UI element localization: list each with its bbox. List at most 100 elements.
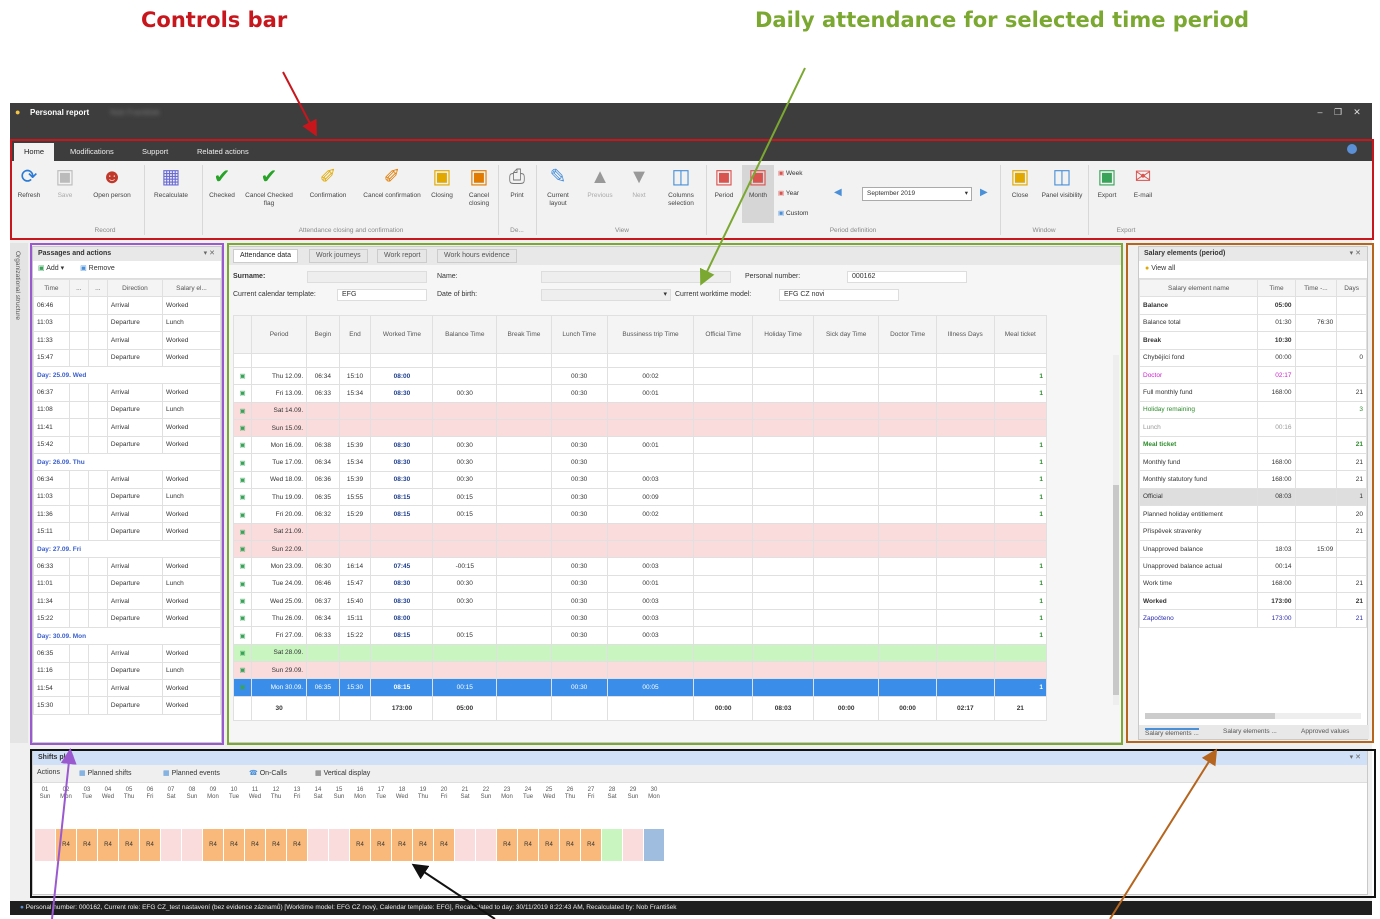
- filter-cell[interactable]: [813, 353, 880, 368]
- salary-row[interactable]: Unapproved balance 18:03 15:09: [1138, 539, 1367, 559]
- name-field[interactable]: [541, 271, 731, 283]
- current-layout-button[interactable]: ✎ Current layout: [538, 165, 578, 223]
- filter-cell[interactable]: [432, 353, 498, 368]
- salary-row[interactable]: Planned holiday entitlement 20: [1138, 505, 1367, 524]
- tab-home[interactable]: Home: [14, 143, 55, 161]
- prev-period-arrow-icon[interactable]: ◀: [834, 187, 842, 198]
- shift-cell[interactable]: R4: [518, 829, 538, 861]
- tab-salary-elements-1[interactable]: Salary elements ...: [1145, 728, 1199, 737]
- attendance-column-header[interactable]: Doctor Time: [878, 315, 937, 354]
- shift-cell[interactable]: [455, 829, 475, 861]
- shift-cell[interactable]: R4: [434, 829, 454, 861]
- attendance-row[interactable]: ▣ Tue 17.09. 06:34 15:34 08:30 00:30 00:30 1: [232, 453, 1048, 472]
- email-button[interactable]: ✉ E-mail: [1126, 165, 1160, 223]
- add-button[interactable]: ▣ Add ▾: [38, 265, 64, 272]
- salary-row[interactable]: Balance total 01:30 76:30: [1138, 313, 1367, 333]
- day-group-row[interactable]: Day: 30.09. Mon: [33, 626, 221, 646]
- attendance-column-header[interactable]: Lunch Time: [550, 315, 608, 354]
- surname-field[interactable]: [307, 271, 427, 283]
- filter-cell[interactable]: [751, 353, 815, 368]
- shift-cell[interactable]: R4: [140, 829, 160, 861]
- passage-row[interactable]: 11:08 Departure Lunch: [33, 400, 221, 420]
- panel-pin-close-icons[interactable]: ▾ ✕: [1350, 249, 1361, 257]
- shift-cell[interactable]: R4: [497, 829, 517, 861]
- passage-row[interactable]: 15:11 Departure Worked: [33, 522, 221, 541]
- salary-column-header[interactable]: Time: [1257, 278, 1296, 298]
- salary-column-header[interactable]: Days: [1336, 278, 1367, 298]
- tab-salary-elements-2[interactable]: Salary elements ...: [1223, 728, 1277, 735]
- shift-cell[interactable]: [35, 829, 55, 861]
- tab-modifications[interactable]: Modifications: [60, 143, 124, 161]
- attendance-row[interactable]: ▣ Thu 19.09. 06:35 15:55 08:15 00:15 00:30 00:0…: [232, 488, 1048, 507]
- close-button[interactable]: ▣ Close: [1002, 165, 1038, 223]
- tab-attendance-data[interactable]: Attendance data: [233, 249, 298, 263]
- recalculate-button[interactable]: ▦ Recalculate: [146, 165, 196, 223]
- panel-pin-close-icons[interactable]: ▾ ✕: [1350, 753, 1361, 761]
- filter-cell[interactable]: [878, 353, 937, 368]
- salary-row[interactable]: Holiday remaining 3: [1138, 400, 1367, 420]
- shift-cell[interactable]: R4: [203, 829, 223, 861]
- shift-cell[interactable]: [644, 829, 664, 861]
- save-button[interactable]: ▣ Save: [50, 165, 80, 223]
- day-group-row[interactable]: Day: 27.09. Fri: [33, 539, 221, 559]
- attendance-column-header[interactable]: Period: [251, 315, 308, 354]
- passage-row[interactable]: 11:36 Arrival Worked: [33, 505, 221, 524]
- passages-column-header[interactable]: Direction: [106, 278, 164, 298]
- attendance-column-header[interactable]: Break Time: [496, 315, 552, 354]
- attendance-row[interactable]: ▣ Fri 20.09. 06:32 15:29 08:15 00:15 00:30 00:0…: [232, 505, 1048, 524]
- attendance-row[interactable]: ▣ Sun 15.09.: [232, 418, 1048, 438]
- passage-row[interactable]: 11:41 Arrival Worked: [33, 418, 221, 437]
- shift-cell[interactable]: R4: [371, 829, 391, 861]
- shift-cell[interactable]: R4: [350, 829, 370, 861]
- shift-cell[interactable]: R4: [392, 829, 412, 861]
- salary-row[interactable]: Příspěvek stravenky 21: [1138, 522, 1367, 541]
- cancel-confirmation-button[interactable]: ✐ Cancel confirmation: [362, 165, 422, 223]
- salary-row[interactable]: Break 10:30: [1138, 331, 1367, 350]
- salary-row[interactable]: Doctor 02:17: [1138, 365, 1367, 385]
- shift-cell[interactable]: [476, 829, 496, 861]
- day-group-row[interactable]: Day: 26.09. Thu: [33, 452, 221, 472]
- view-all-button[interactable]: ● View all: [1139, 261, 1367, 279]
- attendance-row[interactable]: ▣ Sun 22.09.: [232, 539, 1048, 559]
- shift-cell[interactable]: [308, 829, 328, 861]
- tab-work-hours-evidence[interactable]: Work hours evidence: [437, 249, 517, 263]
- filter-cell[interactable]: [232, 353, 253, 368]
- filter-cell[interactable]: [370, 353, 434, 368]
- planned-events-button[interactable]: ▦ Planned events: [163, 769, 220, 777]
- salary-row[interactable]: Full monthly fund 168:00 21: [1138, 383, 1367, 402]
- attendance-column-header[interactable]: Worked Time: [370, 315, 434, 354]
- restore-button[interactable]: ❐: [1331, 107, 1345, 118]
- passage-row[interactable]: 15:47 Departure Worked: [33, 348, 221, 367]
- passages-column-header[interactable]: Time: [33, 278, 70, 298]
- shift-cell[interactable]: [161, 829, 181, 861]
- panel-visibility-button[interactable]: ◫ Panel visibility: [1040, 165, 1084, 223]
- shift-cell[interactable]: [329, 829, 349, 861]
- attendance-row[interactable]: ▣ Mon 23.09. 06:30 16:14 07:45 -00:15 00:30 00:…: [232, 557, 1048, 576]
- passage-row[interactable]: 11:03 Departure Lunch: [33, 487, 221, 507]
- attendance-row[interactable]: ▣ Sun 29.09.: [232, 661, 1048, 680]
- passages-column-header[interactable]: Salary el...: [162, 278, 221, 298]
- tab-related-actions[interactable]: Related actions: [187, 143, 259, 161]
- salary-row[interactable]: Monthly fund 168:00 21: [1138, 452, 1367, 472]
- custom-button[interactable]: ▣ Custom: [778, 209, 808, 217]
- personal-number-field[interactable]: 000162: [847, 271, 967, 283]
- salary-row[interactable]: Official 08:03 1: [1138, 487, 1367, 507]
- shift-cell[interactable]: R4: [266, 829, 286, 861]
- filter-cell[interactable]: [251, 353, 308, 368]
- closing-button[interactable]: ▣ Closing: [424, 165, 460, 223]
- passage-row[interactable]: 06:37 Arrival Worked: [33, 383, 221, 402]
- passage-row[interactable]: 15:30 Departure Worked: [33, 696, 221, 715]
- attendance-filter-row[interactable]: [232, 353, 1048, 368]
- side-tab-organizational-structure[interactable]: Organizational structure: [10, 243, 28, 743]
- attendance-row[interactable]: ▣ Mon 30.09. 06:35 15:30 08:15 00:15 00:30 00:0…: [232, 678, 1048, 697]
- next-period-arrow-icon[interactable]: ▶: [980, 187, 988, 198]
- cancel-closing-button[interactable]: ▣ Cancel closing: [462, 165, 496, 223]
- salary-row[interactable]: Započteno 173:00 21: [1138, 609, 1367, 628]
- salary-row[interactable]: Lunch 00:16: [1138, 418, 1367, 437]
- tab-work-report[interactable]: Work report: [377, 249, 428, 263]
- filter-cell[interactable]: [306, 353, 340, 368]
- actions-button[interactable]: Actions: [37, 769, 60, 776]
- remove-button[interactable]: ▣ Remove: [80, 265, 115, 272]
- open-person-button[interactable]: ☻ Open person: [84, 165, 140, 223]
- filter-cell[interactable]: [338, 353, 372, 368]
